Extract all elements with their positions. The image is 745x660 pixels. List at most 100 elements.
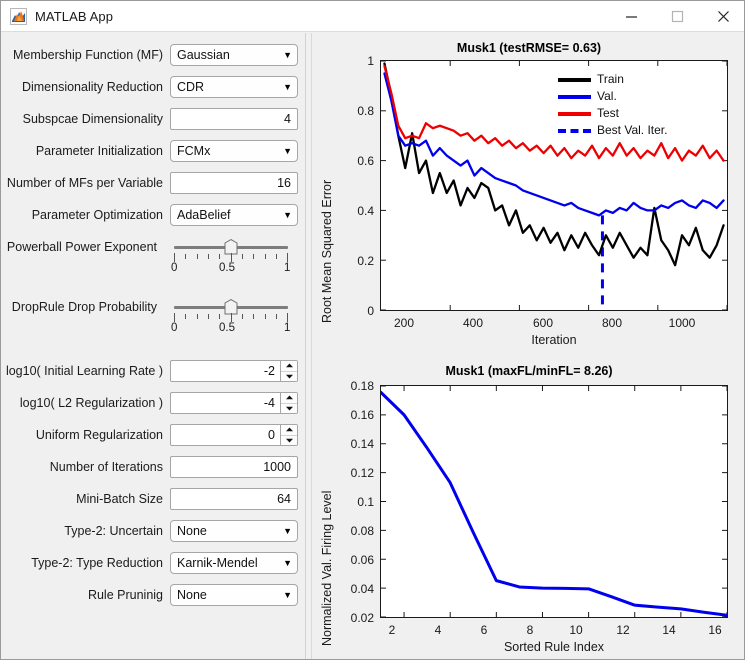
chevron-down-icon: ▼ (283, 525, 292, 536)
rmse-chart-title: Musk1 (testRMSE= 0.63) (456, 41, 602, 55)
spinner-value-log10-l2-regularization[interactable]: -4 (171, 393, 280, 413)
spinner-log10-l2-regularization[interactable]: -4 (170, 392, 298, 414)
matlab-app-window: MATLAB App Membership Function (MF) Gaus… (0, 0, 745, 660)
dropdown-value-type2-type-reduction: Karnik-Mendel (177, 556, 258, 570)
slider-max-label: 1 (284, 322, 291, 334)
slider-mid-label: 0.5 (219, 322, 235, 334)
legend-item-best-val-iter: Best Val. Iter. (558, 122, 667, 139)
label-uniform-regularization: Uniform Regularization (35, 428, 163, 442)
dropdown-type2-uncertain[interactable]: None ▼ (170, 520, 298, 542)
label-parameter-initialization: Parameter Initialization (35, 144, 163, 158)
legend-label-val: Val. (597, 89, 617, 103)
x-tick-label: 6 (480, 623, 488, 637)
chevron-down-icon: ▼ (283, 145, 292, 156)
x-tick-label: 4 (434, 623, 442, 637)
spinner-up-icon[interactable] (281, 361, 297, 371)
row-rule-pruning: Rule Pruninig None ▼ (2, 584, 298, 606)
y-tick-label: 0.12 (350, 466, 374, 480)
chevron-down-icon: ▼ (283, 589, 292, 600)
row-parameter-optimization: Parameter Optimization AdaBelief ▼ (2, 204, 298, 226)
label-droprule-drop-probability: DropRule Drop Probability (11, 300, 157, 314)
firing-level-chart: Musk1 (maxFL/minFL= 8.26) Normalized Val… (312, 356, 744, 659)
dropdown-rule-pruning[interactable]: None ▼ (170, 584, 298, 606)
spinner-uniform-regularization[interactable]: 0 (170, 424, 298, 446)
chevron-down-icon: ▼ (283, 81, 292, 92)
dropdown-parameter-optimization[interactable]: AdaBelief ▼ (170, 204, 298, 226)
label-number-of-iterations: Number of Iterations (49, 460, 163, 474)
y-tick-label: 0.1 (357, 495, 374, 509)
legend-label-test: Test (597, 106, 620, 120)
rmse-chart-x-axis-title: Iteration (531, 333, 577, 347)
dropdown-value-rule-pruning: None (177, 588, 207, 602)
y-tick-label: 0.8 (357, 104, 374, 118)
y-tick-label: 0.18 (350, 379, 374, 393)
y-tick-label: 0.06 (350, 553, 374, 567)
chevron-down-icon: ▼ (283, 49, 292, 60)
dropdown-dimensionality-reduction[interactable]: CDR ▼ (170, 76, 298, 98)
spinner-down-icon[interactable] (281, 434, 297, 446)
spinner-value-uniform-regularization[interactable]: 0 (171, 425, 280, 445)
label-powerball-power-exponent: Powerball Power Exponent (6, 240, 157, 254)
row-log10-l2-regularization: log10( L2 Regularization ) -4 (2, 392, 298, 414)
label-log10-l2-regularization: log10( L2 Regularization ) (19, 396, 163, 410)
label-parameter-optimization: Parameter Optimization (31, 208, 163, 222)
row-number-of-mfs: Number of MFs per Variable 16 (2, 172, 298, 194)
slider-max-label: 1 (284, 262, 291, 274)
dropdown-type2-type-reduction[interactable]: Karnik-Mendel ▼ (170, 552, 298, 574)
legend-item-train: Train (558, 71, 667, 88)
legend-swatch-train (558, 77, 591, 82)
y-tick-label: 0.6 (357, 154, 374, 168)
window-title: MATLAB App (35, 8, 114, 24)
dropdown-value-type2-uncertain: None (177, 524, 207, 538)
y-tick-label: 1 (367, 54, 374, 68)
label-type2-type-reduction: Type-2: Type Reduction (31, 556, 163, 570)
row-uniform-regularization: Uniform Regularization 0 (2, 424, 298, 446)
slider-mid-label: 0.5 (219, 262, 235, 274)
title-bar: MATLAB App (1, 1, 744, 32)
maximize-icon[interactable] (654, 1, 700, 32)
spinner-up-icon[interactable] (281, 393, 297, 403)
row-mini-batch-size: Mini-Batch Size 64 (2, 488, 298, 510)
spinner-log10-initial-learning-rate[interactable]: -2 (170, 360, 298, 382)
chevron-down-icon: ▼ (283, 557, 292, 568)
slider-powerball-power-exponent[interactable]: 0 0.5 1 (171, 236, 291, 282)
dropdown-value-membership-function: Gaussian (177, 48, 230, 62)
close-icon[interactable] (700, 1, 744, 32)
spinner-value-log10-initial-learning-rate[interactable]: -2 (171, 361, 280, 381)
legend-swatch-test (558, 111, 591, 116)
input-subspace-dimensionality[interactable]: 4 (170, 108, 298, 130)
row-parameter-initialization: Parameter Initialization FCMx ▼ (2, 140, 298, 162)
spinner-down-icon[interactable] (281, 370, 297, 382)
slider-row-powerball-power-exponent: Powerball Power Exponent 0 0.5 1 (2, 236, 298, 282)
input-number-of-mfs[interactable]: 16 (170, 172, 298, 194)
spinner-up-icon[interactable] (281, 425, 297, 435)
row-dimensionality-reduction: Dimensionality Reduction CDR ▼ (2, 76, 298, 98)
y-tick-label: 0.16 (350, 408, 374, 422)
matlab-membrane-icon (10, 7, 27, 25)
y-tick-label: 0.2 (357, 254, 374, 268)
label-number-of-mfs: Number of MFs per Variable (6, 176, 163, 190)
label-mini-batch-size: Mini-Batch Size (76, 492, 163, 506)
label-subspace-dimensionality: Subspcae Dimensionality (22, 112, 163, 126)
x-tick-label: 14 (662, 623, 676, 637)
firing-level-x-axis-title: Sorted Rule Index (503, 640, 605, 654)
dropdown-membership-function[interactable]: Gaussian ▼ (170, 44, 298, 66)
label-rule-pruning: Rule Pruninig (87, 588, 163, 602)
settings-panel: Membership Function (MF) Gaussian ▼ Dime… (2, 33, 306, 659)
y-tick-label: 0.04 (350, 582, 374, 596)
spinner-buttons (280, 425, 297, 445)
label-type2-uncertain: Type-2: Uncertain (64, 524, 163, 538)
minimize-icon[interactable] (608, 1, 654, 32)
input-number-of-iterations[interactable]: 1000 (170, 456, 298, 478)
slider-min-label: 0 (171, 322, 178, 334)
slider-ticks (174, 313, 288, 322)
input-mini-batch-size[interactable]: 64 (170, 488, 298, 510)
x-tick-label: 200 (393, 316, 415, 330)
y-tick-label: 0 (367, 304, 374, 318)
rmse-chart-y-axis-title: Root Mean Squared Error (320, 179, 334, 323)
legend-item-test: Test (558, 105, 667, 122)
slider-droprule-drop-probability[interactable]: 0 0.5 1 (171, 296, 291, 342)
dropdown-parameter-initialization[interactable]: FCMx ▼ (170, 140, 298, 162)
spinner-down-icon[interactable] (281, 402, 297, 414)
x-tick-label: 10 (569, 623, 583, 637)
